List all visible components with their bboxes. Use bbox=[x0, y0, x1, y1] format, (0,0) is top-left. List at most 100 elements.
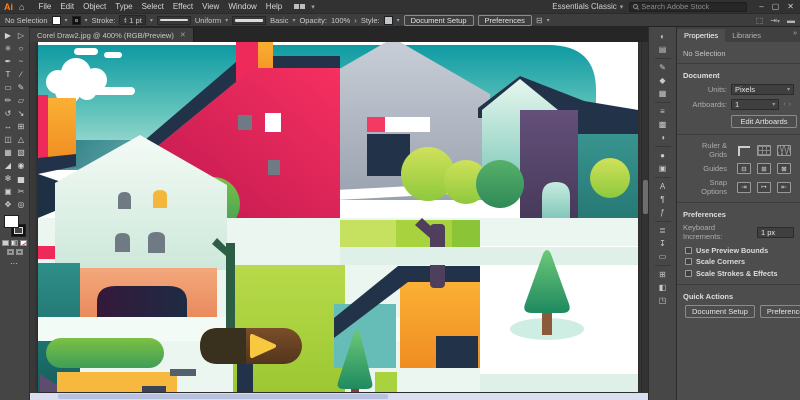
menu-item-select[interactable]: Select bbox=[142, 2, 164, 11]
checkbox-box[interactable] bbox=[685, 258, 692, 265]
style-swatch[interactable] bbox=[384, 16, 393, 25]
show-grid-icon[interactable] bbox=[757, 145, 771, 156]
tool-eyedropper[interactable]: ◢ bbox=[2, 159, 15, 172]
menu-item-object[interactable]: Object bbox=[83, 2, 106, 11]
tool-slice[interactable]: ✂ bbox=[15, 185, 28, 198]
color-button[interactable] bbox=[2, 240, 9, 246]
fill-swatch[interactable] bbox=[52, 16, 61, 25]
panel-transform-icon[interactable]: ◳ bbox=[655, 294, 671, 307]
canvas-viewport[interactable] bbox=[30, 42, 648, 393]
touch-workspace-icon[interactable]: ▬ bbox=[787, 16, 795, 25]
document-tab[interactable]: Corel Draw2.jpg @ 400% (RGB/Preview) ✕ bbox=[30, 28, 194, 42]
menu-item-view[interactable]: View bbox=[202, 2, 219, 11]
tab-libraries[interactable]: Libraries bbox=[725, 29, 768, 42]
draw-behind-mode-button[interactable] bbox=[16, 249, 23, 255]
stepper-arrows-icon[interactable]: ▲▼ bbox=[123, 17, 127, 23]
horizontal-scrollbar-thumb[interactable] bbox=[58, 394, 388, 399]
panel-appearance-icon[interactable]: ● bbox=[655, 149, 671, 162]
panel-libraries-icon[interactable]: ▦ bbox=[655, 87, 671, 100]
panel-transparency-icon[interactable]: ◑ bbox=[655, 131, 671, 144]
search-input[interactable]: Search Adobe Stock bbox=[629, 2, 747, 12]
selection-bounds-icon[interactable]: ⬚ bbox=[756, 16, 764, 25]
stroke-chevron-icon[interactable]: ▾ bbox=[85, 17, 88, 24]
tool-rotate[interactable]: ↺ bbox=[2, 107, 15, 120]
panel-paragraph-icon[interactable]: ¶ bbox=[655, 193, 671, 206]
quick-preferences-button[interactable]: Preferences bbox=[760, 305, 800, 318]
show-transparency-grid-icon[interactable] bbox=[777, 145, 791, 156]
menu-item-help[interactable]: Help bbox=[266, 2, 282, 11]
snap-to-grid-icon[interactable]: ⇥ bbox=[737, 182, 751, 193]
tool-free-transform[interactable]: ⊞ bbox=[15, 120, 28, 133]
tool-gradient[interactable]: ▧ bbox=[15, 146, 28, 159]
vertical-scrollbar[interactable] bbox=[641, 42, 648, 393]
home-icon[interactable]: ⌂ bbox=[19, 2, 24, 12]
checkbox-scale-corners[interactable]: Scale Corners bbox=[685, 257, 794, 266]
vertical-scrollbar-thumb[interactable] bbox=[643, 180, 648, 214]
opacity-expand-icon[interactable]: › bbox=[354, 16, 357, 25]
artboards-select[interactable]: 1 ▾ bbox=[731, 99, 779, 110]
panel-pathfinder-icon[interactable]: ◧ bbox=[655, 281, 671, 294]
artboard-artwork[interactable] bbox=[38, 42, 638, 392]
fill-chevron-icon[interactable]: ▾ bbox=[65, 17, 68, 24]
arrange-documents-icon[interactable] bbox=[294, 4, 305, 9]
tool-type[interactable]: T bbox=[2, 68, 15, 81]
tool-curvature[interactable]: ~ bbox=[15, 55, 28, 68]
restore-button[interactable]: ▢ bbox=[772, 2, 780, 11]
tool-scale[interactable]: ↘ bbox=[15, 107, 28, 120]
tool-artboard[interactable]: ▣ bbox=[2, 185, 15, 198]
tool-width[interactable]: ↔ bbox=[2, 120, 15, 133]
panel-brushes-icon[interactable]: ✎ bbox=[655, 61, 671, 74]
panel-color-icon[interactable]: ◐ bbox=[655, 30, 671, 43]
menu-item-type[interactable]: Type bbox=[115, 2, 132, 11]
panel-character-icon[interactable]: A bbox=[655, 180, 671, 193]
menu-item-window[interactable]: Window bbox=[228, 2, 256, 11]
tool-symbol-sprayer[interactable]: ✻ bbox=[2, 172, 15, 185]
checkbox-box[interactable] bbox=[685, 270, 692, 277]
edit-toolbar-button[interactable]: ⋯ bbox=[10, 259, 19, 268]
snap-to-point-icon[interactable]: ⇤ bbox=[777, 182, 791, 193]
panel-gradient-icon[interactable]: ▩ bbox=[655, 118, 671, 131]
checkbox-use-preview-bounds[interactable]: Use Preview Bounds bbox=[685, 246, 794, 255]
menu-item-effect[interactable]: Effect bbox=[173, 2, 193, 11]
tool-column-graph[interactable]: ▅ bbox=[15, 172, 28, 185]
tool-selection[interactable]: ▶ bbox=[2, 29, 15, 42]
artboard-nav-arrows[interactable]: ‹› bbox=[783, 101, 794, 108]
tool-zoom[interactable]: ◎ bbox=[15, 198, 28, 211]
keyboard-increments-input[interactable]: 1 px bbox=[757, 227, 794, 238]
menu-item-file[interactable]: File bbox=[38, 2, 51, 11]
align-options-icon[interactable]: ⊟ bbox=[536, 16, 543, 25]
panel-graphic-styles-icon[interactable]: ▣ bbox=[655, 162, 671, 175]
tool-hand[interactable]: ✥ bbox=[2, 198, 15, 211]
panel-artboards-icon[interactable]: ▭ bbox=[655, 250, 671, 263]
draw-normal-mode-button[interactable] bbox=[7, 249, 14, 255]
align-chevron-icon[interactable]: ▾ bbox=[547, 17, 550, 24]
workspace-switcher[interactable]: Essentials Classic ▾ bbox=[552, 2, 623, 11]
units-select[interactable]: Pixels ▾ bbox=[731, 84, 794, 95]
style-chevron-icon[interactable]: ▾ bbox=[397, 17, 400, 24]
panel-stroke-icon[interactable]: ≡ bbox=[655, 105, 671, 118]
gradient-button[interactable] bbox=[11, 240, 18, 246]
tool-rectangle[interactable]: ▭ bbox=[2, 81, 15, 94]
document-tab-close-icon[interactable]: ✕ bbox=[180, 31, 186, 39]
preferences-button[interactable]: Preferences bbox=[478, 15, 532, 26]
stroke-weight-stepper[interactable]: ▲▼ 1 pt bbox=[119, 15, 145, 25]
make-guides-icon[interactable]: ⊠ bbox=[777, 163, 791, 174]
panel-color-guide-icon[interactable]: ▤ bbox=[655, 43, 671, 56]
minimize-button[interactable]: – bbox=[759, 2, 763, 11]
tab-properties[interactable]: Properties bbox=[677, 29, 725, 42]
snap-settings-icon[interactable]: ⇥▾ bbox=[770, 16, 780, 25]
panel-asset-export-icon[interactable]: ↧ bbox=[655, 237, 671, 250]
menu-item-edit[interactable]: Edit bbox=[60, 2, 74, 11]
close-button[interactable]: ✕ bbox=[787, 2, 794, 11]
tool-lasso[interactable]: ○ bbox=[15, 42, 28, 55]
tool-perspective-grid[interactable]: △ bbox=[15, 133, 28, 146]
stroke-weight-chevron-icon[interactable]: ▾ bbox=[150, 17, 153, 24]
checkbox-scale-strokes-effects[interactable]: Scale Strokes & Effects bbox=[685, 269, 794, 278]
tool-eraser[interactable]: ▱ bbox=[15, 94, 28, 107]
tool-paintbrush[interactable]: ✎ bbox=[15, 81, 28, 94]
horizontal-scrollbar[interactable] bbox=[30, 393, 648, 400]
quick-document-setup-button[interactable]: Document Setup bbox=[685, 305, 755, 318]
show-guides-icon[interactable]: ⊟ bbox=[737, 163, 751, 174]
show-rulers-icon[interactable] bbox=[737, 145, 751, 156]
fill-stroke-control[interactable] bbox=[4, 215, 26, 237]
